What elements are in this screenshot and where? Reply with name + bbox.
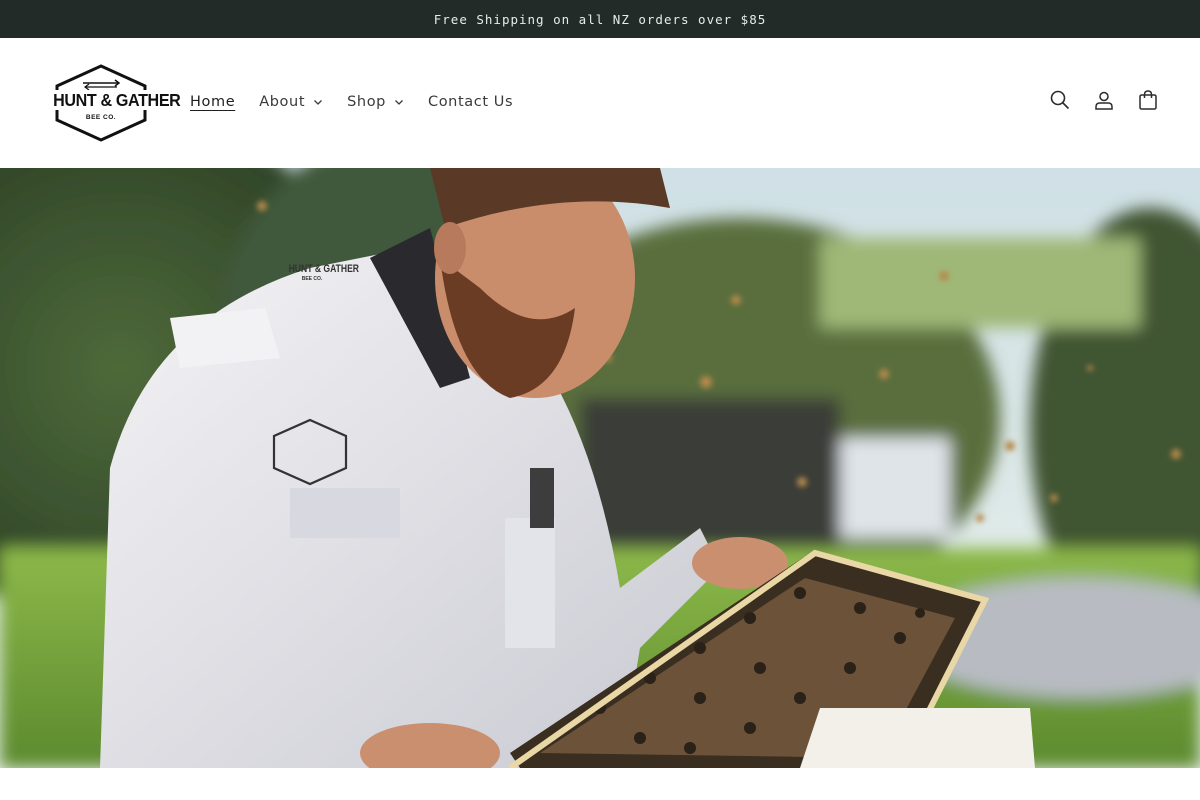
site-logo[interactable]: HUNT & GATHER BEE CO. — [49, 64, 181, 142]
main-nav: Home About Shop Contact Us — [190, 90, 537, 114]
nav-item-shop[interactable]: Shop — [347, 94, 404, 110]
search-icon[interactable] — [1048, 88, 1072, 112]
nav-item-contact[interactable]: Contact Us — [428, 94, 513, 110]
suit-logo-text: HUNT & GATHER BEE CO. — [282, 263, 359, 283]
nav-item-label: Shop — [347, 94, 386, 110]
chevron-down-icon — [394, 97, 404, 107]
nav-item-about[interactable]: About — [259, 94, 323, 110]
announcement-text: Free Shipping on all NZ orders over $85 — [433, 11, 767, 27]
nav-item-label: Contact Us — [427, 94, 514, 110]
chevron-down-icon — [313, 97, 323, 107]
announcement-bar: Free Shipping on all NZ orders over $85 — [0, 0, 1200, 38]
hero-banner: HUNT & GATHER BEE CO. — [0, 168, 1200, 768]
logo-subtitle: BEE CO. — [85, 114, 117, 121]
nav-item-home[interactable]: Home — [190, 94, 235, 110]
header-actions — [1028, 88, 1160, 112]
nav-item-label: About — [259, 94, 306, 110]
hero-beekeeper-image — [0, 168, 1200, 768]
logo-wordmark: HUNT & GATHER — [53, 90, 181, 110]
site-header: HUNT & GATHER BEE CO. Home About Shop Co… — [0, 38, 1200, 168]
cart-icon[interactable] — [1136, 88, 1160, 112]
nav-item-label: Home — [190, 94, 236, 110]
account-icon[interactable] — [1092, 88, 1116, 112]
suit-logo-line2: BEE CO. — [301, 276, 323, 282]
suit-logo-line1: HUNT & GATHER — [288, 263, 359, 275]
